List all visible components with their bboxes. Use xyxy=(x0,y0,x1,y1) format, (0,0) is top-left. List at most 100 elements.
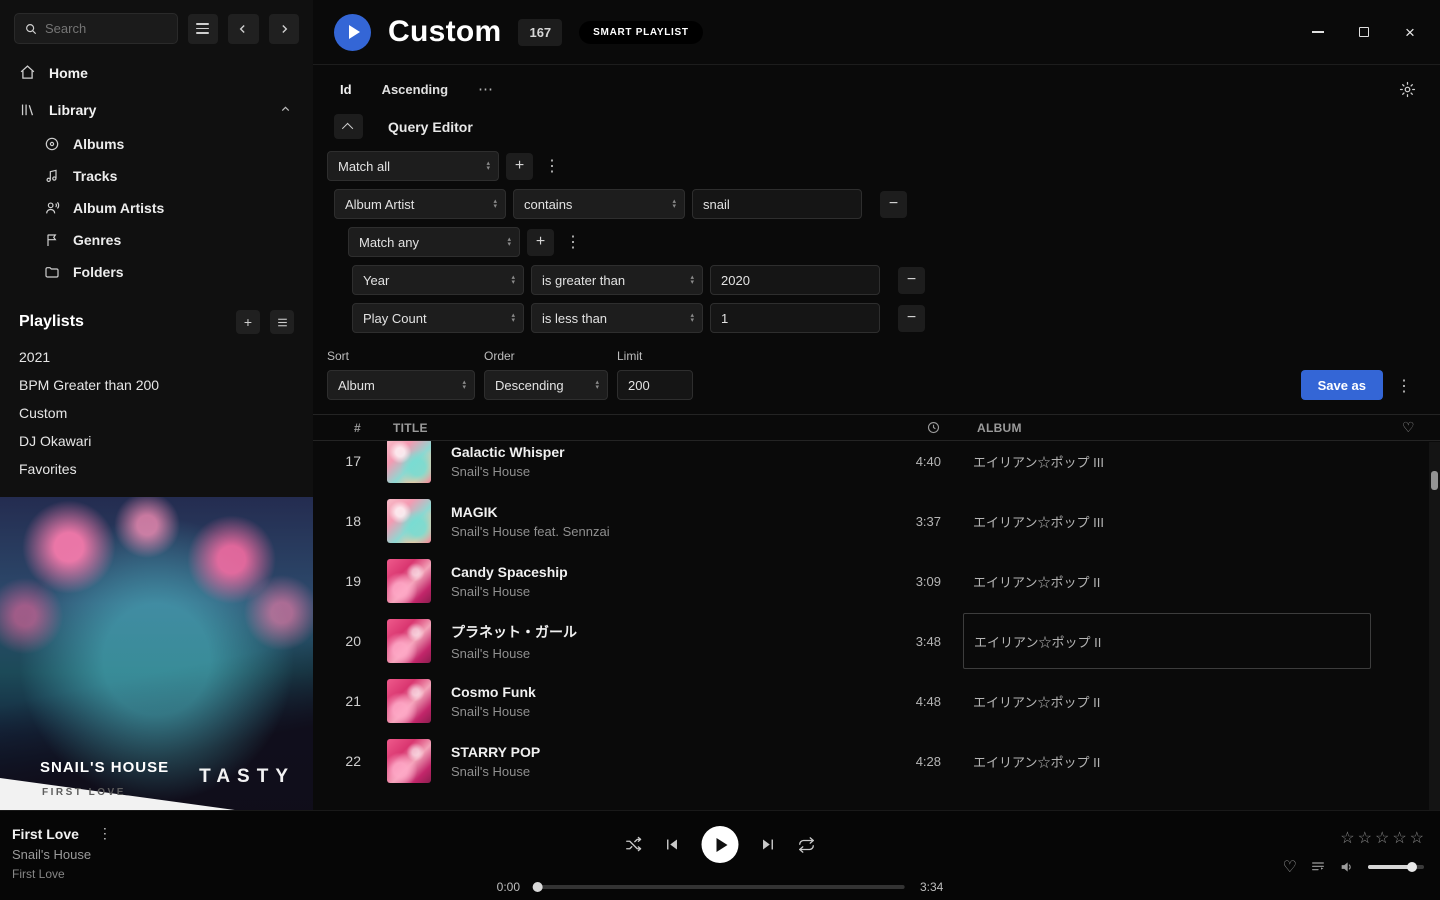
rule-value-input[interactable] xyxy=(692,189,862,219)
track-album[interactable]: エイリアン☆ポップ II xyxy=(970,692,1396,711)
now-playing-album[interactable]: First Love xyxy=(12,867,116,881)
track-artist[interactable]: Snail's House xyxy=(451,764,870,779)
settings-gear-icon[interactable] xyxy=(1399,81,1416,98)
save-menu-button[interactable]: ⋮ xyxy=(1392,376,1416,396)
scrollbar-thumb[interactable] xyxy=(1431,471,1438,490)
column-header-album[interactable]: ALBUM xyxy=(970,421,1396,435)
next-button[interactable] xyxy=(760,836,777,853)
track-artist[interactable]: Snail's House xyxy=(451,584,870,599)
track-album-focused-cell[interactable]: エイリアン☆ポップ II xyxy=(963,613,1371,669)
nav-forward-button[interactable] xyxy=(269,14,299,44)
table-row[interactable]: 18 MAGIKSnail's House feat. Sennzai 3:37… xyxy=(313,491,1440,551)
favorite-column-icon[interactable]: ♡ xyxy=(1396,419,1440,436)
rule-field-select[interactable]: Album Artist xyxy=(334,189,506,219)
rule-field-select[interactable]: Year xyxy=(352,265,524,295)
playlist-item[interactable]: Custom xyxy=(0,399,313,427)
search-input[interactable] xyxy=(45,21,157,36)
seek-thumb[interactable] xyxy=(533,882,543,892)
playlist-item[interactable]: Favorites xyxy=(0,455,313,483)
track-artist[interactable]: Snail's House xyxy=(451,646,870,661)
match-type-select[interactable]: Match all xyxy=(327,151,499,181)
playlist-item[interactable]: BPM Greater than 200 xyxy=(0,371,313,399)
rule-group-menu-button[interactable]: ⋮ xyxy=(540,156,564,176)
shuffle-button[interactable] xyxy=(625,836,643,854)
sidebar-item-home[interactable]: Home xyxy=(0,54,313,91)
duration-clock-icon[interactable] xyxy=(926,420,950,435)
sidebar-item-albums[interactable]: Albums xyxy=(0,128,313,160)
column-header-number[interactable]: # xyxy=(354,421,371,435)
table-row[interactable]: 20 プラネット・ガールSnail's House 3:48 エイリアン☆ポップ… xyxy=(313,611,1440,671)
minimize-button[interactable] xyxy=(1310,24,1326,40)
sidebar-item-tracks[interactable]: Tracks xyxy=(0,160,313,192)
star-icon[interactable]: ☆ xyxy=(1392,828,1406,848)
rule-field-select[interactable]: Play Count xyxy=(352,303,524,333)
table-row[interactable]: 21 Cosmo FunkSnail's House 4:48 エイリアン☆ポッ… xyxy=(313,671,1440,731)
scrollbar-track[interactable] xyxy=(1429,442,1440,810)
star-icon[interactable]: ☆ xyxy=(1375,828,1389,848)
volume-icon[interactable] xyxy=(1339,859,1355,875)
now-playing-track[interactable]: First Love xyxy=(12,826,79,842)
add-group-rule-button[interactable]: + xyxy=(527,229,554,256)
repeat-button[interactable] xyxy=(798,836,816,854)
favorite-button[interactable]: ♡ xyxy=(1283,857,1297,877)
playlist-item[interactable]: 2021 xyxy=(0,343,313,371)
remove-rule-button[interactable]: − xyxy=(898,305,925,332)
sidebar-item-genres[interactable]: Genres xyxy=(0,224,313,256)
rule-value-input[interactable] xyxy=(710,265,880,295)
now-playing-menu-button[interactable]: ⋮ xyxy=(94,825,116,842)
add-playlist-button[interactable]: + xyxy=(236,310,260,334)
play-playlist-button[interactable] xyxy=(334,14,371,51)
queue-button[interactable] xyxy=(1310,859,1326,875)
more-options-button[interactable]: ⋯ xyxy=(478,80,494,98)
remove-rule-button[interactable]: − xyxy=(880,191,907,218)
previous-button[interactable] xyxy=(664,836,681,853)
limit-input[interactable] xyxy=(617,370,693,400)
play-pause-button[interactable] xyxy=(702,826,739,863)
table-row[interactable]: 19 Candy SpaceshipSnail's House 3:09 エイリ… xyxy=(313,551,1440,611)
rule-operator-select[interactable]: contains xyxy=(513,189,685,219)
volume-thumb[interactable] xyxy=(1407,862,1417,872)
seek-slider[interactable] xyxy=(535,885,905,889)
column-header-title[interactable]: TITLE xyxy=(371,421,870,435)
track-album[interactable]: エイリアン☆ポップ III xyxy=(970,452,1396,471)
track-album[interactable]: エイリアン☆ポップ II xyxy=(970,752,1396,771)
track-artist[interactable]: Snail's House feat. Sennzai xyxy=(451,524,870,539)
nav-back-button[interactable] xyxy=(228,14,258,44)
volume-slider[interactable] xyxy=(1368,865,1424,869)
track-album[interactable]: エイリアン☆ポップ III xyxy=(970,512,1396,531)
rule-operator-select[interactable]: is less than xyxy=(531,303,703,333)
sort-field-button[interactable]: Id xyxy=(340,82,352,97)
track-artist[interactable]: Snail's House xyxy=(451,464,870,479)
now-playing-artist[interactable]: Snail's House xyxy=(12,847,116,862)
sort-select[interactable]: Album xyxy=(327,370,475,400)
sidebar-item-library[interactable]: Library xyxy=(0,91,313,128)
remove-rule-button[interactable]: − xyxy=(898,267,925,294)
sidebar-item-folders[interactable]: Folders xyxy=(0,256,313,288)
now-playing-artwork[interactable]: SNAIL'S HOUSE FIRST LOVE TASTY xyxy=(0,497,313,810)
rule-value-input[interactable] xyxy=(710,303,880,333)
rating-stars[interactable]: ☆ ☆ ☆ ☆ ☆ xyxy=(1340,828,1424,848)
save-as-button[interactable]: Save as xyxy=(1301,370,1383,400)
star-icon[interactable]: ☆ xyxy=(1340,828,1354,848)
maximize-button[interactable] xyxy=(1356,24,1372,40)
table-row[interactable]: 17 Galactic WhisperSnail's House 4:40 エイ… xyxy=(313,441,1440,491)
group-menu-button[interactable]: ⋮ xyxy=(561,232,585,252)
sort-direction-button[interactable]: Ascending xyxy=(382,82,448,97)
group-match-type-select[interactable]: Match any xyxy=(348,227,520,257)
collapse-query-editor-button[interactable] xyxy=(334,114,363,139)
playlist-list-button[interactable] xyxy=(270,310,294,334)
star-icon[interactable]: ☆ xyxy=(1358,828,1372,848)
chevron-up-icon[interactable] xyxy=(279,103,292,116)
track-artist[interactable]: Snail's House xyxy=(451,704,870,719)
rule-operator-select[interactable]: is greater than xyxy=(531,265,703,295)
menu-button[interactable] xyxy=(188,14,218,44)
order-select[interactable]: Descending xyxy=(484,370,608,400)
close-button[interactable]: × xyxy=(1402,24,1418,40)
star-icon[interactable]: ☆ xyxy=(1410,828,1424,848)
playlist-item[interactable]: DJ Okawari xyxy=(0,427,313,455)
sidebar-item-album-artists[interactable]: Album Artists xyxy=(0,192,313,224)
table-row[interactable]: 22 STARRY POPSnail's House 4:28 エイリアン☆ポッ… xyxy=(313,731,1440,791)
track-album[interactable]: エイリアン☆ポップ II xyxy=(970,572,1396,591)
search-box[interactable] xyxy=(14,13,178,44)
add-rule-button[interactable]: + xyxy=(506,153,533,180)
